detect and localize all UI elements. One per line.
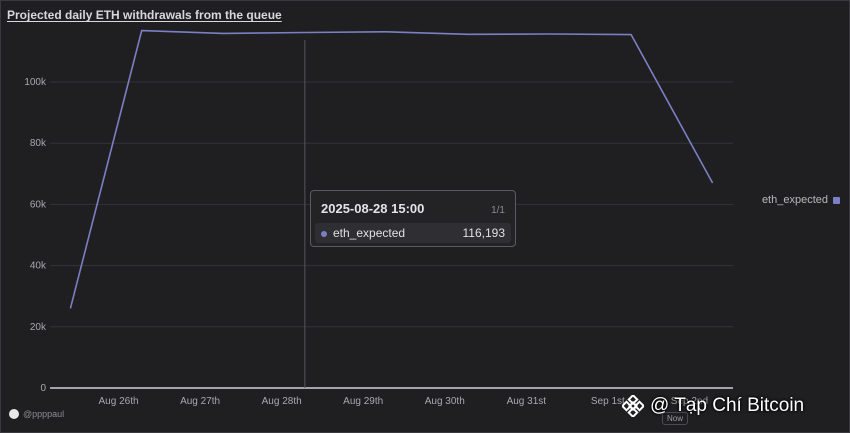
tooltip-value: 116,193 [462, 226, 506, 240]
series-line-eth_expected [69, 29, 714, 309]
tooltip-date: 2025-08-28 15:00 [321, 201, 425, 216]
author-handle: @ppppaul [23, 409, 65, 419]
y-tick-label: 100k [24, 77, 47, 88]
y-tick-label: 60k [30, 199, 47, 210]
tooltip-row: eth_expected 116,193 [315, 223, 511, 243]
tooltip-page: 1/1 [491, 205, 505, 216]
watermark-text: @ Tạp Chí Bitcoin [650, 395, 805, 416]
y-tick-label: 20k [30, 322, 47, 333]
legend-swatch [833, 196, 840, 204]
y-tick-label: 80k [30, 138, 47, 149]
y-tick-label: 0 [40, 383, 46, 394]
legend-label: eth_expected [761, 194, 828, 206]
hover-tooltip: 2025-08-28 15:00 1/1 eth_expected 116,19… [310, 190, 516, 247]
x-tick-label: Aug 28th [262, 396, 302, 407]
y-tick-label: 40k [30, 261, 47, 272]
tooltip-series: eth_expected [333, 226, 406, 240]
x-tick-label: Aug 30th [425, 396, 465, 407]
x-tick-label: Aug 26th [99, 396, 139, 407]
legend[interactable]: eth_expected [762, 194, 840, 206]
author[interactable]: @ppppaul [9, 409, 64, 419]
x-tick-label: Aug 27th [180, 396, 220, 407]
x-tick-label: Sep 1st [591, 396, 625, 407]
x-tick-label: Aug 29th [343, 396, 383, 407]
x-tick-label: Aug 31st [507, 396, 547, 407]
series-dot-icon [321, 231, 327, 237]
binance-diamond-icon [622, 395, 644, 417]
avatar [9, 409, 19, 419]
watermark: @ Tạp Chí Bitcoin [622, 395, 804, 417]
